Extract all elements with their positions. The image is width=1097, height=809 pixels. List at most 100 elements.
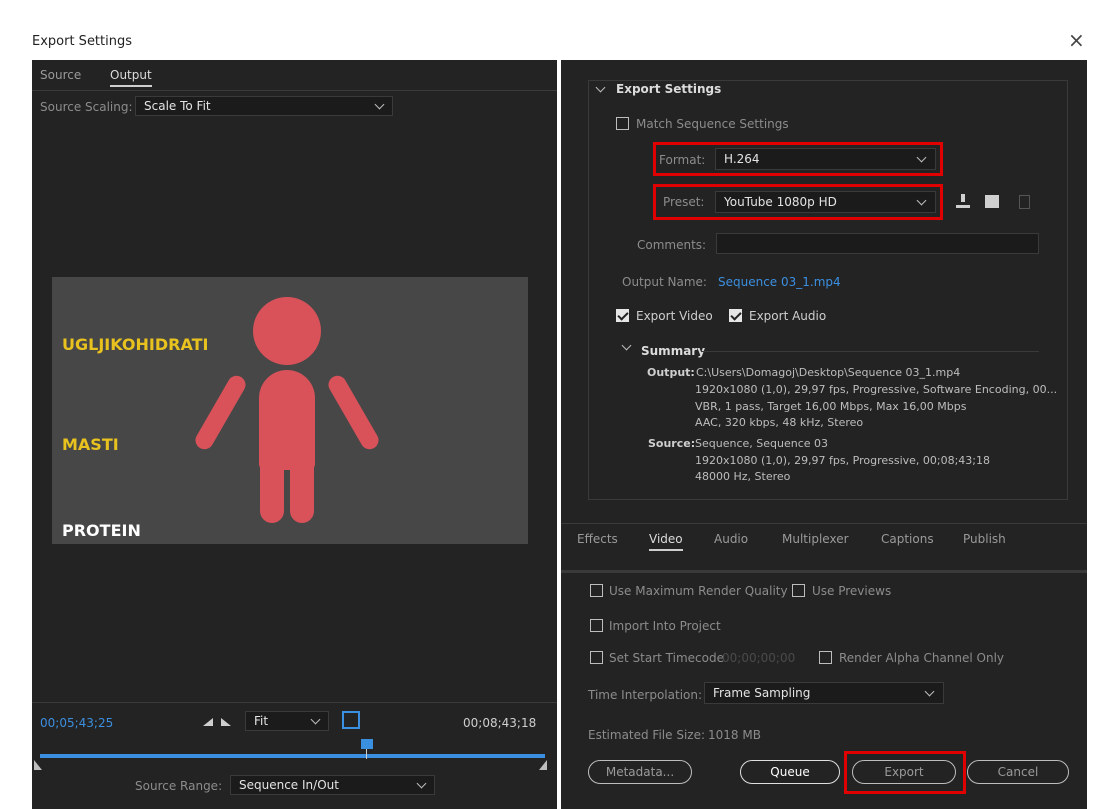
mark-in-icon[interactable] bbox=[203, 718, 213, 726]
source-range-value: Sequence In/Out bbox=[239, 778, 339, 792]
preview-frame: UGLJIKOHIDRATI MASTI PROTEIN bbox=[52, 277, 528, 544]
source-range-dropdown[interactable]: Sequence In/Out bbox=[230, 775, 435, 795]
figure-head bbox=[253, 297, 321, 365]
summary-source-line-3: 48000 Hz, Stereo bbox=[695, 470, 791, 483]
summary-divider bbox=[701, 351, 1039, 352]
delete-preset-icon[interactable] bbox=[1019, 195, 1030, 209]
playhead-line bbox=[366, 749, 367, 759]
use-previews-label: Use Previews bbox=[812, 584, 892, 598]
summary-output-line-2: 1920x1080 (1,0), 29,97 fps, Progressive,… bbox=[695, 383, 1058, 396]
summary-heading: Summary bbox=[641, 344, 706, 358]
export-settings-heading: Export Settings bbox=[616, 82, 722, 96]
metadata-button[interactable]: Metadata... bbox=[588, 760, 692, 784]
figure-arm-left bbox=[192, 372, 249, 453]
render-alpha-label: Render Alpha Channel Only bbox=[839, 651, 1005, 665]
tab-output[interactable]: Output bbox=[110, 68, 152, 87]
tab-divider bbox=[32, 90, 557, 91]
source-range-label: Source Range: bbox=[135, 779, 223, 793]
queue-button[interactable]: Queue bbox=[740, 760, 840, 784]
comments-label: Comments: bbox=[637, 238, 707, 252]
match-sequence-checkbox[interactable] bbox=[616, 117, 629, 130]
format-label: Format: bbox=[659, 153, 706, 167]
chevron-down-icon bbox=[916, 152, 927, 163]
tab-multiplexer[interactable]: Multiplexer bbox=[782, 532, 849, 546]
source-scaling-dropdown[interactable]: Scale To Fit bbox=[135, 96, 393, 116]
tab-captions[interactable]: Captions bbox=[881, 532, 934, 546]
summary-source-line-1: Sequence, Sequence 03 bbox=[695, 437, 829, 450]
output-name-link[interactable]: Sequence 03_1.mp4 bbox=[718, 275, 841, 289]
preset-dropdown[interactable]: YouTube 1080p HD bbox=[715, 191, 936, 213]
tab-video[interactable]: Video bbox=[649, 532, 683, 551]
output-name-label: Output Name: bbox=[622, 275, 707, 289]
aspect-ratio-icon[interactable] bbox=[342, 711, 360, 729]
export-audio-label: Export Audio bbox=[749, 309, 827, 323]
chevron-down-icon bbox=[916, 195, 927, 206]
export-audio-checkbox[interactable] bbox=[729, 309, 742, 322]
preview-label-protein: PROTEIN bbox=[62, 521, 141, 540]
import-into-project-label: Import Into Project bbox=[609, 619, 721, 633]
chevron-down-icon bbox=[416, 778, 427, 789]
source-scaling-label: Source Scaling: bbox=[40, 100, 133, 114]
match-sequence-label: Match Sequence Settings bbox=[636, 117, 789, 131]
use-previews-checkbox[interactable] bbox=[792, 584, 805, 597]
use-max-render-checkbox[interactable] bbox=[590, 584, 603, 597]
estimated-file-size-label: Estimated File Size: bbox=[588, 728, 706, 742]
summary-output-line-4: AAC, 320 kbps, 48 kHz, Stereo bbox=[695, 416, 864, 429]
close-icon[interactable]: × bbox=[1068, 28, 1085, 52]
set-start-timecode-label: Set Start Timecode bbox=[609, 651, 724, 665]
tab-audio[interactable]: Audio bbox=[714, 532, 748, 546]
timeline-bar[interactable] bbox=[40, 754, 545, 758]
zoom-fit-dropdown[interactable]: Fit bbox=[245, 711, 329, 731]
tab-publish[interactable]: Publish bbox=[963, 532, 1006, 546]
time-interpolation-label: Time Interpolation: bbox=[588, 688, 703, 702]
save-preset-icon[interactable] bbox=[956, 194, 970, 208]
tab-content-divider bbox=[561, 570, 1087, 573]
mark-out-icon[interactable] bbox=[221, 718, 231, 726]
figure-leg-right bbox=[290, 437, 314, 523]
comments-input[interactable] bbox=[716, 233, 1039, 254]
summary-source-line-2: 1920x1080 (1,0), 29,97 fps, Progressive,… bbox=[695, 454, 991, 467]
timeline-divider bbox=[32, 702, 557, 703]
tab-source[interactable]: Source bbox=[40, 68, 81, 82]
preview-label-masti: MASTI bbox=[62, 435, 119, 454]
summary-output-label: Output: bbox=[647, 366, 695, 379]
time-interpolation-dropdown[interactable]: Frame Sampling bbox=[704, 682, 944, 704]
playhead-icon[interactable] bbox=[361, 739, 373, 749]
figure-arm-right bbox=[325, 372, 382, 453]
zoom-fit-value: Fit bbox=[254, 714, 269, 728]
export-video-label: Export Video bbox=[636, 309, 713, 323]
chevron-down-icon bbox=[924, 686, 935, 697]
start-timecode-value[interactable]: 00;00;00;00 bbox=[722, 651, 795, 665]
out-point-handle[interactable] bbox=[539, 760, 547, 770]
dialog-title: Export Settings bbox=[32, 34, 133, 49]
render-alpha-checkbox[interactable] bbox=[819, 651, 832, 664]
source-scaling-value: Scale To Fit bbox=[144, 99, 211, 113]
summary-source-label: Source: bbox=[648, 437, 696, 450]
preview-label-ugljikohidrati: UGLJIKOHIDRATI bbox=[62, 335, 209, 354]
figure-leg-left bbox=[260, 437, 284, 523]
import-preset-icon[interactable] bbox=[985, 195, 999, 208]
set-start-timecode-checkbox[interactable] bbox=[590, 651, 603, 664]
cancel-button[interactable]: Cancel bbox=[967, 760, 1069, 784]
summary-output-line-3: VBR, 1 pass, Target 16,00 Mbps, Max 16,0… bbox=[695, 400, 967, 413]
preset-value: YouTube 1080p HD bbox=[724, 195, 837, 209]
import-into-project-checkbox[interactable] bbox=[590, 619, 603, 632]
in-point-handle[interactable] bbox=[34, 760, 42, 770]
timecode-end: 00;08;43;18 bbox=[463, 716, 537, 730]
chevron-down-icon bbox=[310, 714, 321, 725]
use-max-render-label: Use Maximum Render Quality bbox=[609, 584, 788, 598]
estimated-file-size-value: 1018 MB bbox=[708, 728, 761, 742]
chevron-down-icon bbox=[374, 99, 385, 110]
tab-effects[interactable]: Effects bbox=[577, 532, 618, 546]
right-panel: Export Settings Match Sequence Settings … bbox=[561, 60, 1087, 809]
format-dropdown[interactable]: H.264 bbox=[715, 148, 936, 170]
export-button[interactable]: Export bbox=[852, 760, 956, 784]
summary-output-line-1: C:\Users\Domagoj\Desktop\Sequence 03_1.m… bbox=[696, 366, 961, 379]
timecode-current[interactable]: 00;05;43;25 bbox=[40, 716, 113, 730]
preset-label: Preset: bbox=[663, 195, 705, 209]
tabs-divider bbox=[561, 523, 1087, 524]
time-interpolation-value: Frame Sampling bbox=[713, 686, 811, 700]
export-video-checkbox[interactable] bbox=[616, 309, 629, 322]
format-value: H.264 bbox=[724, 152, 760, 166]
left-panel: Source Output Source Scaling: Scale To F… bbox=[32, 60, 557, 809]
